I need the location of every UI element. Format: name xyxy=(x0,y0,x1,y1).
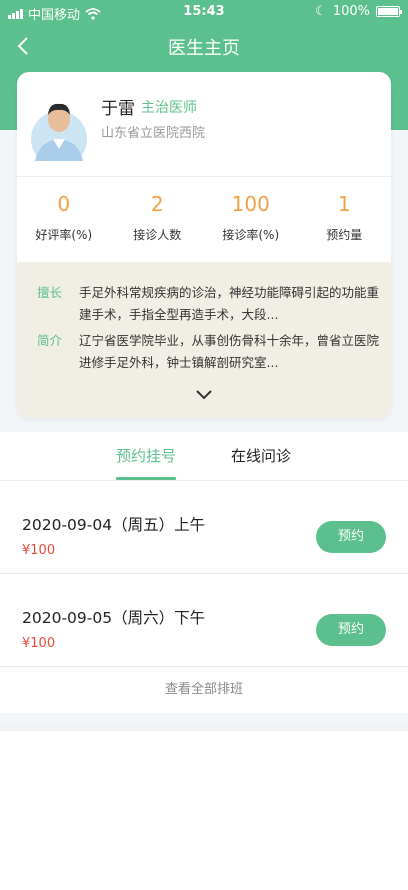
bottom-area xyxy=(0,731,408,890)
slot-price: ¥100 xyxy=(22,543,56,558)
stat-patients: 2 接诊人数 xyxy=(111,190,205,243)
stat-appointments: 1 预约量 xyxy=(298,190,392,243)
stat-good-rate: 0 好评率(%) xyxy=(17,190,111,243)
specialty-row: 擅长 手足外科常规疾病的诊治，神经功能障碍引起的功能重建手术，手指全型再造手术，… xyxy=(37,282,379,326)
schedule-list: 2020-09-04（周五）上午 ¥100 预约 2020-09-05（周六）下… xyxy=(0,481,408,713)
stat-label: 预约量 xyxy=(326,228,363,242)
doctor-name: 于雷 xyxy=(101,99,135,119)
chevron-down-icon[interactable] xyxy=(195,388,213,402)
list-item: 2020-09-04（周五）上午 ¥100 预约 xyxy=(0,481,408,574)
book-button[interactable]: 预约 xyxy=(316,521,386,553)
battery-percent: 100% xyxy=(332,4,370,19)
doctor-card: 于雷 主治医师 山东省立医院西院 0 好评率(%) 2 接诊人数 100 接诊率… xyxy=(17,72,391,418)
doctor-title: 主治医师 xyxy=(141,100,197,116)
doctor-avatar xyxy=(31,103,87,161)
specialty-text: 手足外科常规疾病的诊治，神经功能障碍引起的功能重建手术，手指全型再造手术，大段.… xyxy=(79,285,380,322)
divider xyxy=(17,176,391,177)
bio-label: 简介 xyxy=(37,333,63,348)
status-bar: 中国移动 15:43 ☾ 100% xyxy=(0,0,408,24)
stat-accept-rate: 100 接诊率(%) xyxy=(204,190,298,243)
moon-icon: ☾ xyxy=(315,4,327,19)
stat-value: 100 xyxy=(231,192,270,216)
tab-online-consult[interactable]: 在线问诊 xyxy=(231,445,291,466)
slot-date: 2020-09-04（周五）上午 xyxy=(22,516,206,534)
doctor-hospital: 山东省立医院西院 xyxy=(101,126,206,141)
intro-panel: 擅长 手足外科常规疾病的诊治，神经功能障碍引起的功能重建手术，手指全型再造手术，… xyxy=(17,262,391,418)
nav-bar: 医生主页 xyxy=(0,24,408,68)
stats-row: 0 好评率(%) 2 接诊人数 100 接诊率(%) 1 预约量 xyxy=(17,190,391,243)
bio-text: 辽宁省医学院毕业，从事创伤骨科十余年，曾省立医院进修手足外科，钟士镇解剖研究室.… xyxy=(79,333,380,370)
slot-price: ¥100 xyxy=(22,636,56,651)
stat-label: 接诊率(%) xyxy=(222,228,280,242)
page-title: 医生主页 xyxy=(168,38,240,59)
list-item: 2020-09-05（周六）下午 ¥100 预约 xyxy=(0,574,408,667)
stat-label: 好评率(%) xyxy=(35,228,93,242)
stat-label: 接诊人数 xyxy=(133,228,182,242)
tab-appointment[interactable]: 预约挂号 xyxy=(116,445,176,466)
slot-date: 2020-09-05（周六）下午 xyxy=(22,609,206,627)
view-all-schedule-link[interactable]: 查看全部排班 xyxy=(0,667,408,713)
stat-value: 0 xyxy=(57,192,71,216)
book-button[interactable]: 预约 xyxy=(316,614,386,646)
battery-icon xyxy=(376,6,402,17)
stat-value: 1 xyxy=(337,192,351,216)
stat-value: 2 xyxy=(150,192,164,216)
section-gap xyxy=(0,723,408,731)
bio-row: 简介 辽宁省医学院毕业，从事创伤骨科十余年，曾省立医院进修手足外科，钟士镇解剖研… xyxy=(37,330,379,374)
tab-bar: 预约挂号 在线问诊 xyxy=(0,432,408,481)
specialty-label: 擅长 xyxy=(37,285,63,300)
tab-active-indicator xyxy=(116,477,176,480)
